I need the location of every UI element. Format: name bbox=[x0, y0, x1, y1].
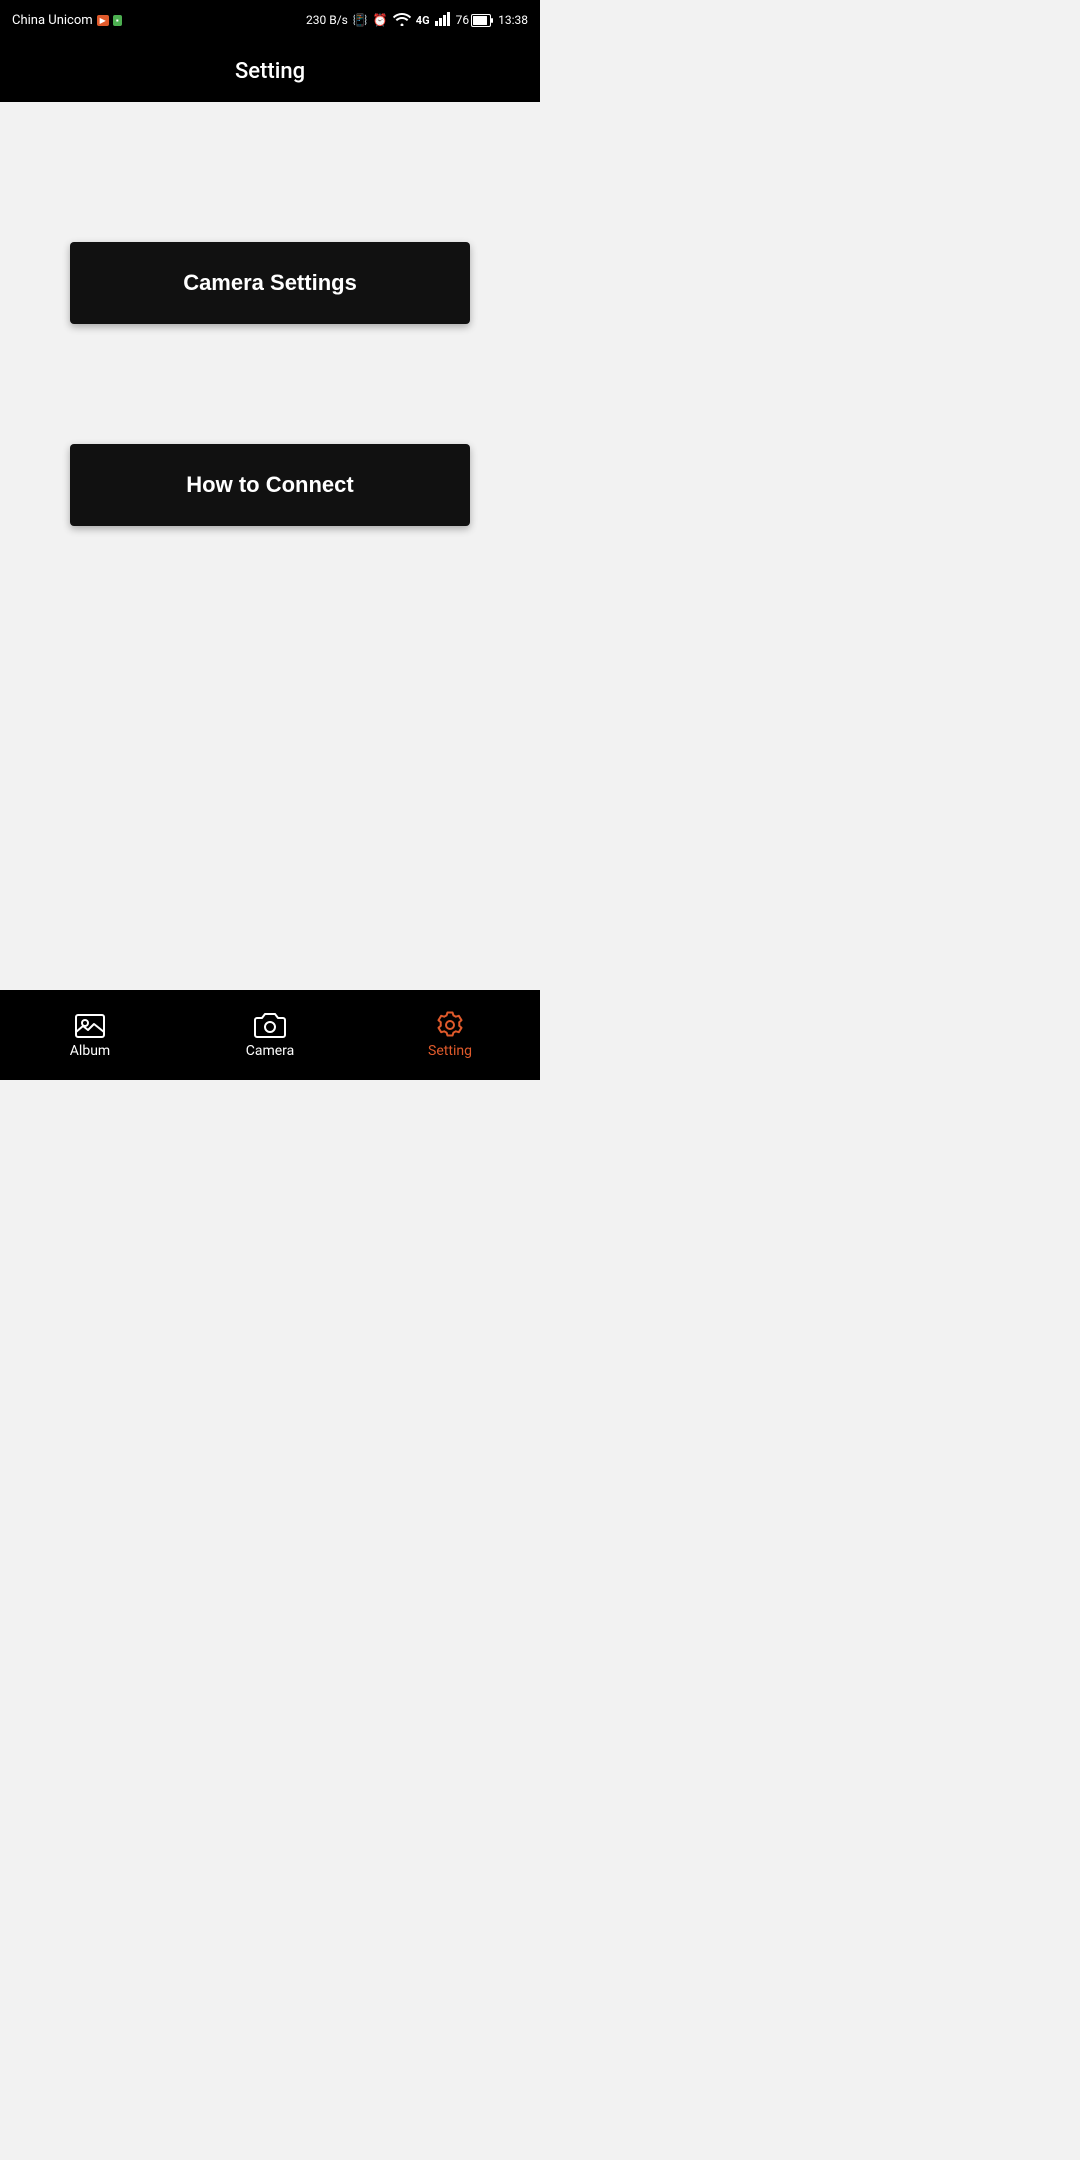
bottom-nav: Album Camera Setting bbox=[0, 990, 540, 1080]
camera-settings-button[interactable]: Camera Settings bbox=[70, 242, 470, 324]
nav-item-setting[interactable]: Setting bbox=[360, 1011, 540, 1059]
camera-icon bbox=[254, 1011, 286, 1039]
album-icon bbox=[74, 1011, 106, 1039]
main-content: Camera Settings How to Connect bbox=[0, 102, 540, 990]
vibrate-icon: 📳 bbox=[353, 13, 368, 27]
alarm-icon: ⏰ bbox=[373, 13, 388, 27]
wifi-icon bbox=[393, 12, 411, 29]
setting-icon bbox=[434, 1011, 466, 1039]
nav-item-camera[interactable]: Camera bbox=[180, 1011, 360, 1059]
battery-percent: 76 bbox=[456, 13, 470, 27]
app-header: Setting bbox=[0, 40, 540, 102]
nav-label-setting: Setting bbox=[428, 1043, 472, 1059]
status-left: China Unicom ▶ ▪ bbox=[12, 13, 122, 28]
page-title: Setting bbox=[235, 59, 305, 84]
signal-bars-icon bbox=[435, 12, 451, 29]
nav-label-album: Album bbox=[70, 1043, 110, 1059]
4g-icon: 4G bbox=[416, 14, 430, 27]
status-bar: China Unicom ▶ ▪ 230 B/s 📳 ⏰ 4G 76 bbox=[0, 0, 540, 40]
carrier-icon1: ▶ bbox=[97, 15, 109, 26]
nav-label-camera: Camera bbox=[246, 1043, 295, 1059]
time: 13:38 bbox=[498, 13, 528, 27]
network-speed: 230 B/s bbox=[306, 13, 348, 27]
battery-icon: 76 bbox=[456, 13, 494, 27]
carrier-icon2: ▪ bbox=[113, 15, 122, 26]
nav-item-album[interactable]: Album bbox=[0, 1011, 180, 1059]
carrier-name: China Unicom bbox=[12, 13, 93, 28]
how-to-connect-button[interactable]: How to Connect bbox=[70, 444, 470, 526]
status-right: 230 B/s 📳 ⏰ 4G 76 bbox=[306, 12, 528, 29]
